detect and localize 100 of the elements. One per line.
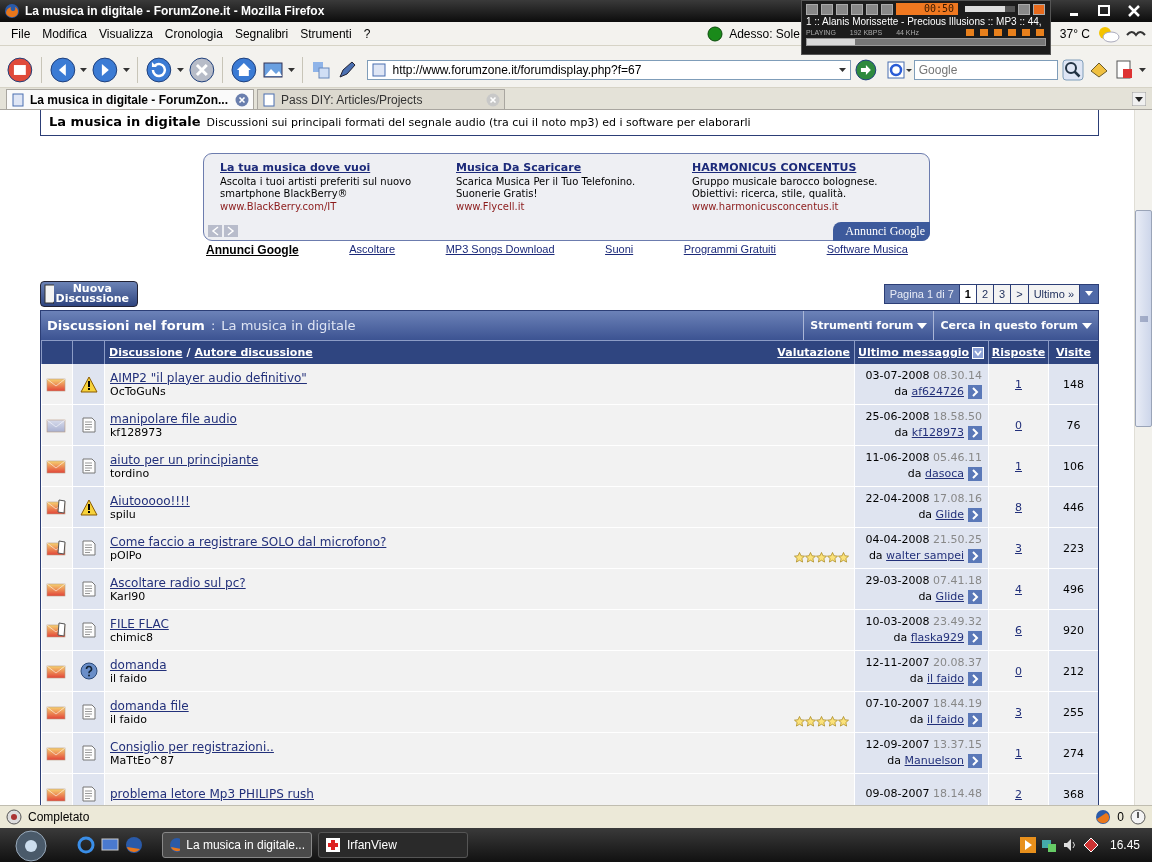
player-button[interactable]: [881, 3, 893, 15]
menu-item[interactable]: ?: [357, 26, 377, 41]
caret-icon[interactable]: [80, 67, 88, 72]
replies-link[interactable]: 1: [1015, 746, 1022, 760]
address-field[interactable]: http://www.forumzone.it/forumdisplay.php?f=67: [367, 59, 851, 80]
menu-item[interactable]: Modifica: [36, 26, 94, 41]
ad-link[interactable]: Suoni: [605, 243, 634, 257]
reload-button[interactable]: [145, 55, 173, 84]
thread-title-link[interactable]: problema letore Mp3 PHILIPS rush: [110, 787, 314, 801]
play-icon[interactable]: [1019, 837, 1036, 853]
volume-slider[interactable]: [965, 6, 1016, 12]
column-header[interactable]: Discussione: [109, 346, 183, 359]
search-field[interactable]: Google: [913, 59, 1058, 80]
thread-title-link[interactable]: Ascoltare radio sul pc?: [110, 575, 246, 590]
home-button[interactable]: [230, 55, 259, 84]
ad-title-link[interactable]: La tua musica dove vuoi: [220, 162, 456, 175]
chevron-icon[interactable]: [968, 754, 982, 768]
forum-menu-button[interactable]: Cerca in questo forum: [933, 311, 1098, 340]
replies-link[interactable]: 0: [1015, 418, 1022, 432]
forum-menu-button[interactable]: Strumenti forum: [803, 311, 934, 340]
player-button[interactable]: [806, 3, 818, 15]
new-thread-button[interactable]: Nuova Discussione: [40, 281, 138, 307]
caret-icon[interactable]: [287, 67, 295, 72]
taskbar-button[interactable]: IrfanView: [318, 832, 468, 858]
replies-link[interactable]: 2: [1015, 787, 1022, 801]
chevron-icon[interactable]: [968, 590, 982, 604]
chevron-icon[interactable]: [968, 508, 982, 522]
taskbar-button[interactable]: La musica in digitale...: [162, 832, 312, 858]
caret-icon[interactable]: [123, 67, 131, 72]
ad-url[interactable]: www.Flycell.it: [456, 200, 692, 213]
new-window-icon[interactable]: [6, 55, 34, 84]
player-controls-icon[interactable]: [966, 28, 1046, 37]
replies-link[interactable]: 1: [1015, 459, 1022, 473]
ad-url[interactable]: www.BlackBerry.com/IT: [220, 200, 456, 213]
ad-link[interactable]: Software Musica: [826, 243, 908, 257]
player-button[interactable]: [1018, 3, 1031, 15]
thread-title-link[interactable]: FILE FLAC: [110, 616, 169, 631]
chevron-icon[interactable]: [968, 713, 982, 727]
ad-url[interactable]: www.harmonicusconcentus.it: [692, 200, 928, 213]
thread-title-link[interactable]: Come faccio a registrare SOLO dal microfono?: [110, 534, 387, 549]
speaker-icon[interactable]: [1061, 837, 1078, 853]
thread-title-link[interactable]: Aiutooooo!!!!: [110, 493, 190, 508]
network-icon[interactable]: [1040, 837, 1057, 853]
replies-link[interactable]: 3: [1015, 705, 1022, 719]
replies-link[interactable]: 4: [1015, 582, 1022, 596]
replies-link[interactable]: 1: [1015, 377, 1022, 391]
replies-link[interactable]: 3: [1015, 541, 1022, 555]
ad-title-link[interactable]: Musica Da Scaricare: [456, 162, 692, 175]
search-icon[interactable]: [1061, 58, 1084, 81]
thread-title-link[interactable]: domanda: [110, 657, 167, 672]
thread-title-link[interactable]: AIMP2 "il player audio definitivo": [110, 370, 307, 385]
page-menu-button[interactable]: [1079, 285, 1098, 303]
menu-item[interactable]: Strumenti: [294, 26, 358, 41]
chevron-icon[interactable]: [968, 631, 982, 645]
caret-icon[interactable]: [176, 67, 184, 72]
close-button[interactable]: [1033, 3, 1046, 15]
close-tab-icon[interactable]: [235, 92, 249, 107]
thread-title-link[interactable]: domanda file: [110, 698, 189, 713]
sort-icon[interactable]: [972, 346, 985, 359]
menu-item[interactable]: Visualizza: [93, 26, 159, 41]
thread-title-link[interactable]: aiuto per un principiante: [110, 452, 259, 467]
forward-button[interactable]: [91, 55, 120, 84]
ads-label[interactable]: Annunci Google: [206, 243, 299, 257]
ad-link[interactable]: Programmi Gratuiti: [683, 243, 777, 257]
menu-item[interactable]: Cronologia: [158, 26, 229, 41]
thread-title-link[interactable]: manipolare file audio: [110, 411, 237, 426]
stop-button[interactable]: [187, 55, 216, 84]
scrollbar-thumb[interactable]: [1135, 210, 1152, 427]
chevron-icon[interactable]: [968, 672, 982, 686]
chevron-icon[interactable]: [968, 549, 982, 563]
column-header[interactable]: Valutazione: [777, 346, 850, 359]
replies-link[interactable]: 0: [1015, 664, 1022, 678]
menu-item[interactable]: File: [6, 26, 37, 41]
caret-icon[interactable]: [1139, 67, 1147, 72]
thread-title-link[interactable]: Consiglio per registrazioni..: [110, 739, 274, 754]
column-header[interactable]: Visite: [1055, 346, 1092, 359]
chevron-icon[interactable]: [968, 426, 982, 440]
ad-title-link[interactable]: HARMONICUS CONCENTUS: [692, 162, 928, 175]
next-page-link[interactable]: >: [1010, 285, 1028, 303]
go-button[interactable]: [854, 58, 877, 81]
browser-tab[interactable]: Pass DIY: Articles/Projects: [257, 89, 505, 109]
player-button[interactable]: [821, 3, 833, 15]
column-header[interactable]: Risposte: [991, 346, 1046, 359]
power-icon[interactable]: [1130, 809, 1146, 825]
diamond-icon[interactable]: [1082, 837, 1099, 853]
menu-item[interactable]: Segnalibri: [228, 26, 295, 41]
player-button[interactable]: [836, 3, 848, 15]
caret-icon[interactable]: [838, 67, 846, 72]
column-header[interactable]: Ultimo messaggio: [858, 346, 970, 359]
replies-link[interactable]: 6: [1015, 623, 1022, 637]
last-page-link[interactable]: Ultimo »: [1027, 285, 1079, 303]
ad-link[interactable]: MP3 Songs Download: [445, 243, 555, 257]
ad-link[interactable]: Ascoltare: [349, 243, 396, 257]
back-button[interactable]: [48, 55, 77, 84]
browser-tab[interactable]: La musica in digitale - ForumZon...: [6, 89, 254, 109]
player-button[interactable]: [866, 3, 878, 15]
ads-badge[interactable]: Annunci Google: [833, 222, 930, 241]
page-link[interactable]: 3: [993, 285, 1011, 303]
column-header[interactable]: Autore discussione: [194, 346, 313, 359]
replies-link[interactable]: 8: [1015, 500, 1022, 514]
